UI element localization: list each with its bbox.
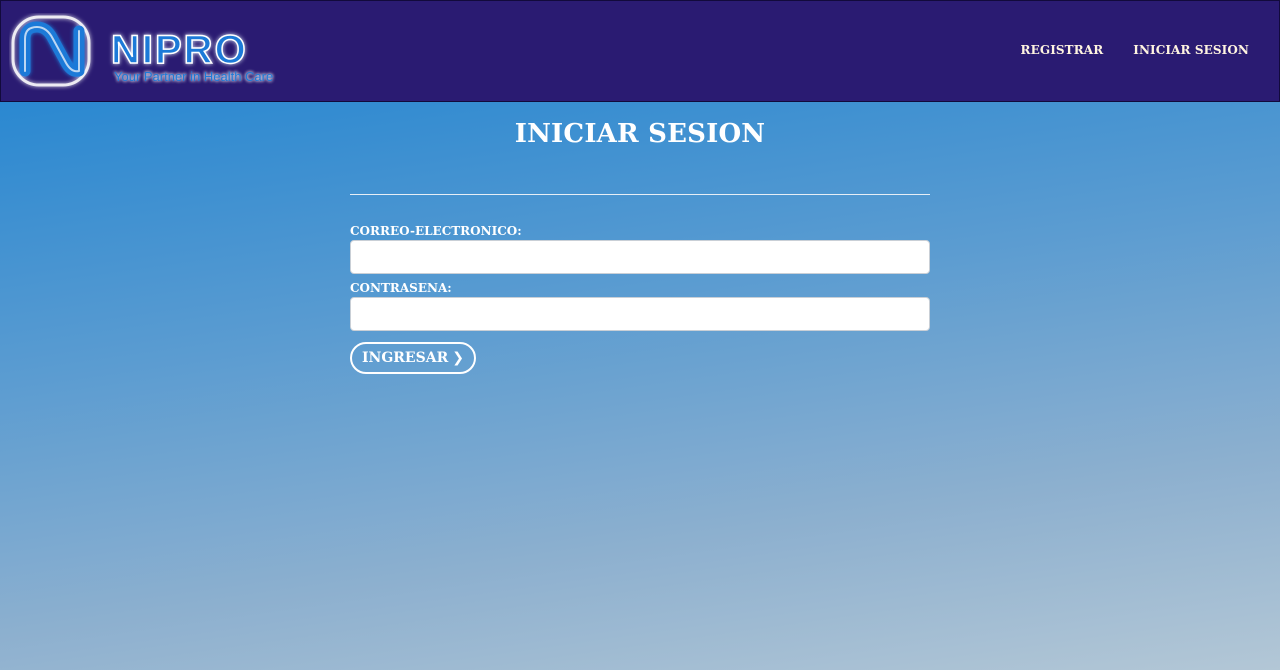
form-divider [350, 194, 930, 195]
email-label: CORREO-ELECTRONICO: [350, 224, 522, 238]
logo-tagline: Your Partner in Health Care [114, 69, 274, 84]
nipro-logo[interactable]: NIPRO Your Partner in Health Care [9, 13, 289, 91]
top-navbar: NIPRO Your Partner in Health Care REGIST… [0, 0, 1280, 102]
password-label: CONTRASENA: [350, 281, 452, 295]
logo-wordmark: NIPRO [111, 28, 248, 72]
ingresar-button[interactable]: INGRESAR ❯ [350, 342, 476, 374]
email-field-group: CORREO-ELECTRONICO: [350, 224, 930, 274]
chevron-right-icon: ❯ [452, 350, 464, 366]
password-field-group: CONTRASENA: [350, 281, 930, 331]
ingresar-button-label: INGRESAR [362, 350, 449, 366]
nav-link-iniciar-sesion[interactable]: INICIAR SESION [1133, 43, 1249, 57]
nav-link-registrar[interactable]: REGISTRAR [1021, 43, 1104, 57]
main-nav: REGISTRAR INICIAR SESION [1021, 43, 1249, 57]
password-field[interactable] [350, 297, 930, 331]
login-form: CORREO-ELECTRONICO: CONTRASENA: INGRESAR… [350, 194, 930, 374]
page-title: INICIAR SESION [514, 119, 766, 150]
email-field[interactable] [350, 240, 930, 274]
